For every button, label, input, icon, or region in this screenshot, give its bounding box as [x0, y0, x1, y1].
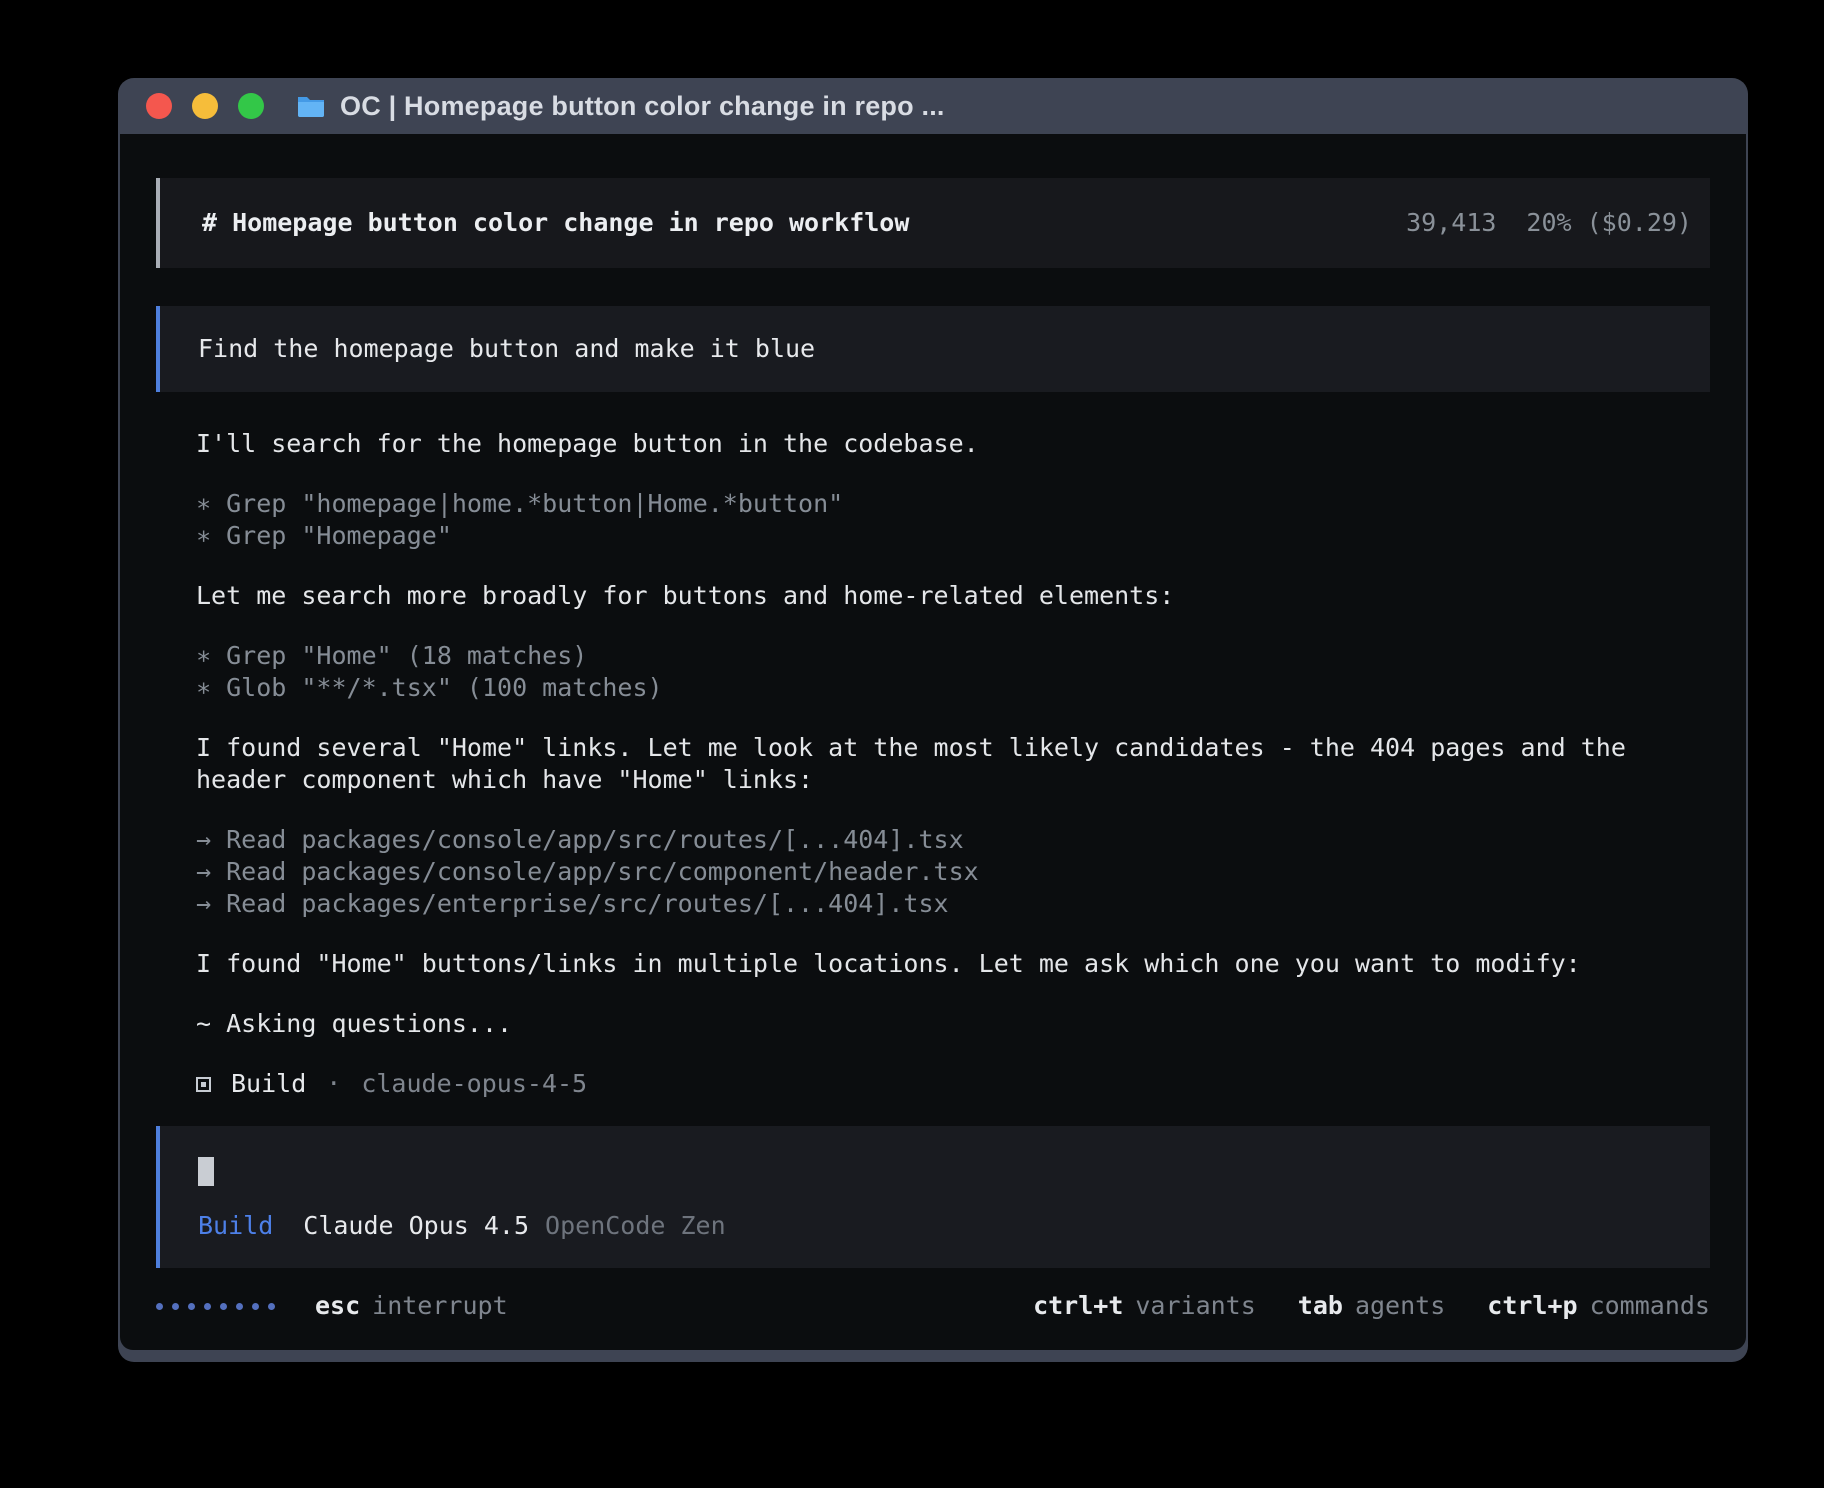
status-line: ~ Asking questions... — [196, 1008, 1710, 1040]
assistant-status: ~ Asking questions... — [196, 1008, 1710, 1040]
spinner-dot — [156, 1303, 163, 1310]
status-bar: esc interrupt ctrl+t variants tab agents… — [156, 1290, 1710, 1322]
tool-call-group: ∗ Grep "homepage|home.*button|Home.*butt… — [196, 488, 1710, 552]
esc-key: esc — [315, 1290, 360, 1322]
status-right: ctrl+t variants tab agents ctrl+p comman… — [1033, 1290, 1710, 1322]
assistant-paragraph: Let me search more broadly for buttons a… — [196, 580, 1710, 612]
input-provider-label: OpenCode Zen — [545, 1210, 726, 1242]
shortcut-label: agents — [1355, 1290, 1445, 1322]
close-button[interactable] — [146, 93, 172, 119]
tool-call-group: ∗ Grep "Home" (18 matches) ∗ Glob "**/*.… — [196, 640, 1710, 704]
tool-call-line: ∗ Grep "Home" (18 matches) — [196, 640, 1710, 672]
assistant-line: I found several "Home" links. Let me loo… — [196, 732, 1710, 796]
spinner-dot — [188, 1303, 195, 1310]
input-model-label[interactable]: Claude Opus 4.5 — [303, 1210, 529, 1242]
spinner-dot — [236, 1303, 243, 1310]
user-message: Find the homepage button and make it blu… — [156, 306, 1710, 392]
desktop-background: OC | Homepage button color change in rep… — [0, 0, 1824, 1488]
shortcut-label: commands — [1590, 1290, 1710, 1322]
user-message-text: Find the homepage button and make it blu… — [198, 333, 815, 365]
assistant-paragraph: I found "Home" buttons/links in multiple… — [196, 948, 1710, 980]
text-cursor — [198, 1157, 214, 1186]
spinner-dot — [204, 1303, 211, 1310]
shortcut-key: tab — [1298, 1290, 1343, 1322]
shortcut-key: ctrl+t — [1033, 1290, 1123, 1322]
shortcut-agents: tab agents — [1298, 1290, 1445, 1322]
spinner-dot — [172, 1303, 179, 1310]
shortcut-commands: ctrl+p commands — [1487, 1290, 1710, 1322]
tool-call-group: → Read packages/console/app/src/routes/[… — [196, 824, 1710, 920]
title-group: OC | Homepage button color change in rep… — [296, 91, 945, 122]
input-meta-row: Build Claude Opus 4.5 OpenCode Zen — [198, 1210, 1692, 1242]
tool-call-line: → Read packages/console/app/src/routes/[… — [196, 824, 1710, 856]
agent-separator: · — [326, 1068, 341, 1100]
terminal-window: OC | Homepage button color change in rep… — [118, 78, 1748, 1362]
session-header: # Homepage button color change in repo w… — [156, 178, 1710, 268]
folder-icon — [296, 94, 326, 118]
context-cost: 20% ($0.29) — [1526, 207, 1692, 239]
assistant-line: I found "Home" buttons/links in multiple… — [196, 948, 1710, 980]
esc-hint: esc interrupt — [315, 1290, 508, 1322]
shortcut-key: ctrl+p — [1487, 1290, 1577, 1322]
tool-call-line: → Read packages/enterprise/src/routes/[.… — [196, 888, 1710, 920]
token-count: 39,413 — [1406, 207, 1496, 239]
session-title: # Homepage button color change in repo w… — [202, 207, 909, 239]
shortcut-label: variants — [1135, 1290, 1255, 1322]
spinner-dot — [252, 1303, 259, 1310]
progress-spinner — [156, 1303, 275, 1310]
esc-label: interrupt — [372, 1290, 507, 1322]
assistant-paragraph: I found several "Home" links. Let me loo… — [196, 732, 1710, 796]
zoom-button[interactable] — [238, 93, 264, 119]
build-agent-icon — [196, 1077, 211, 1092]
tool-call-line: ∗ Glob "**/*.tsx" (100 matches) — [196, 672, 1710, 704]
tool-call-line: → Read packages/console/app/src/componen… — [196, 856, 1710, 888]
assistant-line: I'll search for the homepage button in t… — [196, 428, 1710, 460]
tool-call-line: ∗ Grep "homepage|home.*button|Home.*butt… — [196, 488, 1710, 520]
terminal-content: # Homepage button color change in repo w… — [120, 134, 1746, 1350]
window-titlebar[interactable]: OC | Homepage button color change in rep… — [118, 78, 1748, 134]
traffic-lights — [146, 93, 264, 119]
status-left: esc interrupt — [156, 1290, 508, 1322]
prompt-input[interactable]: Build Claude Opus 4.5 OpenCode Zen — [156, 1126, 1710, 1268]
input-agent-label[interactable]: Build — [198, 1210, 273, 1242]
tool-call-line: ∗ Grep "Homepage" — [196, 520, 1710, 552]
agent-name: Build — [231, 1068, 306, 1100]
minimize-button[interactable] — [192, 93, 218, 119]
spinner-dot — [220, 1303, 227, 1310]
agent-status-row: Build · claude-opus-4-5 — [156, 1068, 1710, 1100]
shortcut-variants: ctrl+t variants — [1033, 1290, 1256, 1322]
spinner-dot — [268, 1303, 275, 1310]
session-metrics: 39,413 20% ($0.29) — [1406, 207, 1692, 239]
assistant-paragraph: I'll search for the homepage button in t… — [196, 428, 1710, 460]
agent-model: claude-opus-4-5 — [361, 1068, 587, 1100]
assistant-transcript: I'll search for the homepage button in t… — [156, 428, 1710, 1068]
assistant-line: Let me search more broadly for buttons a… — [196, 580, 1710, 612]
window-title: OC | Homepage button color change in rep… — [340, 91, 945, 122]
